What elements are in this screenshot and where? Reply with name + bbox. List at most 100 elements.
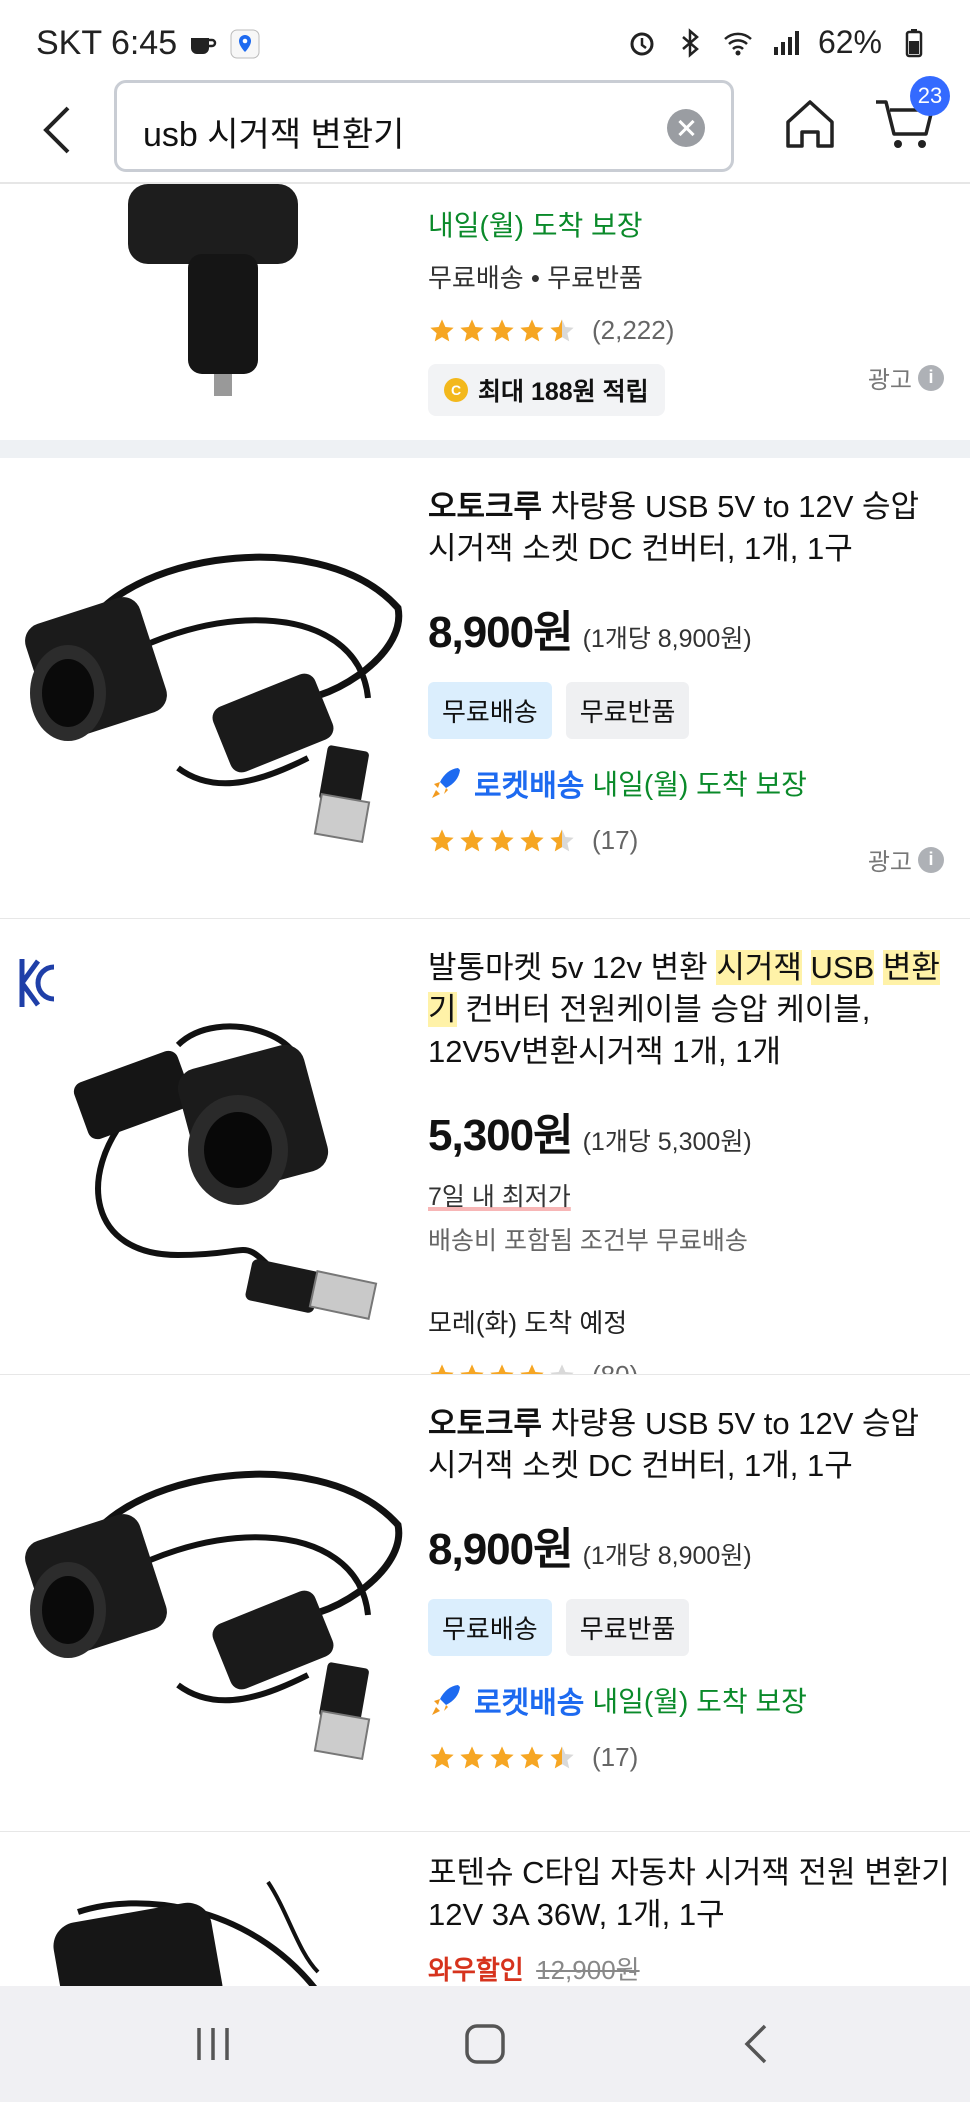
rocket-icon <box>432 768 460 798</box>
back-nav-icon[interactable] <box>727 2014 787 2074</box>
status-left: SKT 6:45 <box>36 24 261 63</box>
product-title[interactable]: 포텐슈 C타입 자동차 시거잭 전원 변환기 12V 3A 36W, 1개, 1… <box>428 1852 952 1936</box>
product-info: 오토크루 차량용 USB 5V to 12V 승압 시거잭 소켓 DC 컨버터,… <box>428 1403 952 1773</box>
star-icon <box>520 828 544 851</box>
review-count[interactable]: (17) <box>592 825 638 856</box>
info-icon[interactable]: i <box>918 364 944 391</box>
map-app-icon <box>230 29 260 58</box>
free-return-tag: 무료반품 <box>565 682 690 739</box>
unit-price: (1개당 5,300원) <box>582 1128 752 1156</box>
info-icon[interactable]: i <box>918 846 944 873</box>
bluetooth-icon <box>682 27 699 58</box>
product-image <box>25 553 403 844</box>
rating-row: (2,222) <box>428 315 952 346</box>
star-icon <box>550 1745 574 1768</box>
lowest-price-badge: 7일 내 최저가 <box>428 1183 571 1211</box>
alarm-icon <box>630 32 654 55</box>
ad-label[interactable]: 광고 i <box>868 842 944 877</box>
rating-row: (17) <box>428 1742 952 1773</box>
star-rating <box>428 1744 576 1772</box>
product-title[interactable]: 오토크루 차량용 USB 5V to 12V 승압 시거잭 소켓 DC 컨버터,… <box>428 1403 952 1487</box>
price: 8,900원 <box>428 608 574 657</box>
star-icon <box>430 828 454 851</box>
product-image <box>73 1023 378 1321</box>
price-row: 5,300원 (1개당 5,300원) <box>428 1099 952 1163</box>
search-header: usb 시거잭 변환기 23 <box>0 76 970 184</box>
unit-price: (1개당 8,900원) <box>582 625 752 653</box>
review-count[interactable]: (2,222) <box>592 315 674 346</box>
reward-text: 최대 188원 적립 <box>478 378 649 406</box>
rocket-delivery-label: 로켓배송 <box>474 770 585 803</box>
original-price: 12,900원 <box>536 1955 640 1985</box>
product-card[interactable]: 오토크루 차량용 USB 5V to 12V 승압 시거잭 소켓 DC 컨버터,… <box>0 1375 970 1831</box>
signal-icon <box>773 30 799 55</box>
rocket-row: 로켓배송 내일(월) 도착 보장 <box>428 761 952 805</box>
star-icon <box>490 1745 514 1768</box>
arrival-text: 내일(월) 도착 보장 <box>428 210 643 241</box>
wifi-icon <box>724 32 752 55</box>
price-row: 8,900원 (1개당 8,900원) <box>428 1513 952 1577</box>
battery-text: 62% <box>817 24 882 60</box>
home-icon[interactable] <box>780 94 840 154</box>
product-card[interactable]: 발통마켓 5v 12v 변환 시거잭 USB 변환기 컨버터 전원케이블 승압 … <box>0 919 970 1390</box>
star-icon <box>460 318 484 341</box>
star-icon <box>550 318 574 341</box>
clear-search-icon[interactable] <box>667 109 705 147</box>
ad-label-text: 광고 <box>867 367 912 394</box>
free-shipping-tag: 무료배송 <box>428 1599 552 1656</box>
star-icon <box>460 1745 484 1768</box>
coin-icon: C <box>444 378 468 402</box>
product-info: 포텐슈 C타입 자동차 시거잭 전원 변환기 12V 3A 36W, 1개, 1… <box>428 1852 952 1986</box>
wow-discount-label: 와우할인 <box>428 1955 524 1985</box>
free-return-tag: 무료반품 <box>565 1599 690 1656</box>
tag-row: 무료배송 무료반품 <box>428 1599 952 1656</box>
unit-price: (1개당 8,900원) <box>582 1542 752 1570</box>
coffee-icon <box>191 37 217 54</box>
shipping-condition: 배송비 포함됨 조건부 무료배송 <box>428 1227 748 1255</box>
product-title[interactable]: 발통마켓 5v 12v 변환 시거잭 USB 변환기 컨버터 전원케이블 승압 … <box>428 947 952 1073</box>
star-icon <box>460 828 484 851</box>
price: 8,900원 <box>428 1525 574 1574</box>
rocket-row: 로켓배송 내일(월) 도착 보장 <box>428 1678 952 1722</box>
star-rating <box>428 827 576 855</box>
search-input[interactable]: usb 시거잭 변환기 <box>114 80 734 172</box>
section-gap <box>0 440 970 458</box>
delivery-estimate: 모레(화) 도착 예정 <box>428 1308 628 1338</box>
keyword-highlight: USB <box>810 950 875 985</box>
cart-count-badge[interactable]: 23 <box>910 76 950 116</box>
product-card[interactable]: 오토크루 차량용 USB 5V to 12V 승압 시거잭 소켓 DC 컨버터,… <box>0 458 970 918</box>
home-nav-icon[interactable] <box>455 2014 515 2074</box>
discount-row: 와우할인 12,900원 <box>428 1950 952 1986</box>
rocket-icon <box>432 1685 460 1715</box>
back-icon[interactable] <box>30 100 90 160</box>
star-icon <box>520 1745 544 1768</box>
review-count[interactable]: (17) <box>592 1742 638 1773</box>
search-query[interactable]: usb 시거잭 변환기 <box>143 107 404 156</box>
brand-name: 오토크루 <box>428 1406 543 1441</box>
arrival-text: 내일(월) 도착 보장 <box>592 769 807 800</box>
product-info: 발통마켓 5v 12v 변환 시거잭 USB 변환기 컨버터 전원케이블 승압 … <box>428 947 952 1391</box>
recent-apps-icon[interactable] <box>183 2014 243 2074</box>
arrival-text: 내일(월) 도착 보장 <box>592 1686 807 1717</box>
rocket-delivery-label: 로켓배송 <box>474 1687 585 1720</box>
ad-label[interactable]: 광고 i <box>868 360 944 395</box>
status-bar: SKT 6:45 62% <box>0 0 970 80</box>
product-title[interactable]: 오토크루 차량용 USB 5V to 12V 승압 시거잭 소켓 DC 컨버터,… <box>428 486 952 570</box>
battery-icon <box>905 28 923 57</box>
star-icon <box>430 318 454 341</box>
system-nav-bar <box>0 1986 970 2102</box>
brand-name: 오토크루 <box>428 489 543 524</box>
tag-row: 무료배송 무료반품 <box>428 682 952 739</box>
product-card[interactable]: 포텐슈 C타입 자동차 시거잭 전원 변환기 12V 3A 36W, 1개, 1… <box>0 1832 970 1986</box>
ad-label-text: 광고 <box>867 849 912 876</box>
star-icon <box>430 1745 454 1768</box>
status-right: 62% <box>626 24 930 61</box>
price: 5,300원 <box>428 1111 574 1160</box>
product-image <box>53 1880 320 1986</box>
title-prefix: 발통마켓 5v 12v 변환 <box>428 950 708 985</box>
star-icon <box>490 318 514 341</box>
star-icon <box>490 828 514 851</box>
free-shipping-tag: 무료배송 <box>428 682 552 739</box>
star-icon <box>520 318 544 341</box>
product-card[interactable]: 내일(월) 도착 보장 무료배송 • 무료반품 (2,222) C 최대 188… <box>0 184 970 440</box>
